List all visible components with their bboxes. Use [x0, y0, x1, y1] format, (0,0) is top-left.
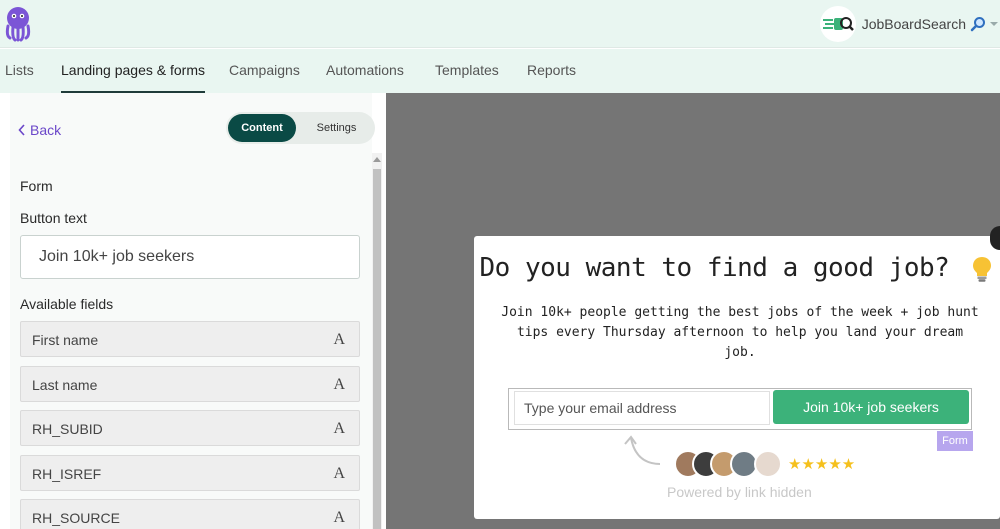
editor-sidebar: Back Content Settings Form Button text J… — [0, 93, 386, 529]
text-type-icon: A — [333, 420, 345, 437]
field-first-name[interactable]: First name A — [20, 321, 360, 357]
powered-by-text: Powered by link hidden — [667, 484, 812, 500]
scrollbar-thumb[interactable] — [373, 169, 381, 529]
field-label: Last name — [32, 377, 98, 393]
close-handle-icon[interactable] — [990, 226, 1000, 250]
field-label: RH_SOURCE — [32, 510, 120, 526]
tab-lists[interactable]: Lists — [5, 49, 34, 93]
sidebar-scrollbar[interactable] — [372, 153, 382, 529]
email-input[interactable]: Type your email address — [514, 391, 770, 425]
tab-campaigns[interactable]: Campaigns — [229, 49, 300, 93]
tab-reports[interactable]: Reports — [527, 49, 576, 93]
back-link-label: Back — [30, 122, 62, 138]
field-rh-isref[interactable]: RH_ISREF A — [20, 455, 360, 491]
form-subtitle: Join 10k+ people getting the best jobs o… — [501, 305, 979, 360]
chevron-left-icon — [18, 124, 25, 136]
toggle-content[interactable]: Content — [228, 114, 296, 142]
account-avatar — [819, 6, 856, 42]
account-menu[interactable]: JobBoardSearch — [819, 4, 1000, 44]
text-type-icon: A — [333, 376, 345, 393]
form-title-text: Do you want to find a good job? — [479, 253, 950, 283]
button-text-label: Button text — [20, 210, 87, 226]
rating-stars: ★★★★★ — [788, 456, 856, 473]
octopus-logo-icon[interactable] — [4, 6, 32, 42]
content-settings-toggle[interactable]: Content Settings — [226, 112, 375, 144]
jobboardsearch-logo-icon — [822, 17, 854, 31]
field-label: RH_ISREF — [32, 466, 102, 482]
form-heading: Form — [20, 178, 53, 194]
chevron-down-icon — [990, 22, 998, 26]
back-link[interactable]: Back — [18, 122, 61, 138]
form-title: Do you want to find a good job? — [474, 253, 1000, 283]
field-label: RH_SUBID — [32, 421, 103, 437]
avatar — [754, 450, 782, 478]
tab-templates[interactable]: Templates — [435, 49, 499, 93]
main-nav: Lists Landing pages & forms Campaigns Au… — [0, 49, 1000, 93]
tab-automations[interactable]: Automations — [326, 49, 404, 93]
curved-arrow-icon — [624, 435, 661, 465]
text-type-icon: A — [333, 331, 345, 348]
toggle-settings[interactable]: Settings — [300, 114, 373, 142]
account-name: JobBoardSearch — [861, 16, 966, 32]
field-last-name[interactable]: Last name A — [20, 366, 360, 402]
button-text-input[interactable]: Join 10k+ job seekers — [20, 235, 360, 279]
field-label: First name — [32, 332, 99, 348]
tab-landing-pages-forms[interactable]: Landing pages & forms — [61, 49, 205, 93]
text-type-icon: A — [333, 465, 345, 482]
field-rh-source[interactable]: RH_SOURCE A — [20, 499, 360, 529]
scroll-up-arrow-icon[interactable] — [373, 157, 381, 162]
available-fields-label: Available fields — [20, 296, 114, 312]
top-bar: JobBoardSearch — [0, 0, 1000, 48]
text-type-icon: A — [333, 509, 345, 526]
field-rh-subid[interactable]: RH_SUBID A — [20, 410, 360, 446]
lightbulb-icon — [973, 256, 992, 282]
magnifier-emoji-icon — [970, 17, 985, 32]
join-button[interactable]: Join 10k+ job seekers — [773, 390, 969, 424]
form-block-tag[interactable]: Form — [937, 431, 973, 451]
